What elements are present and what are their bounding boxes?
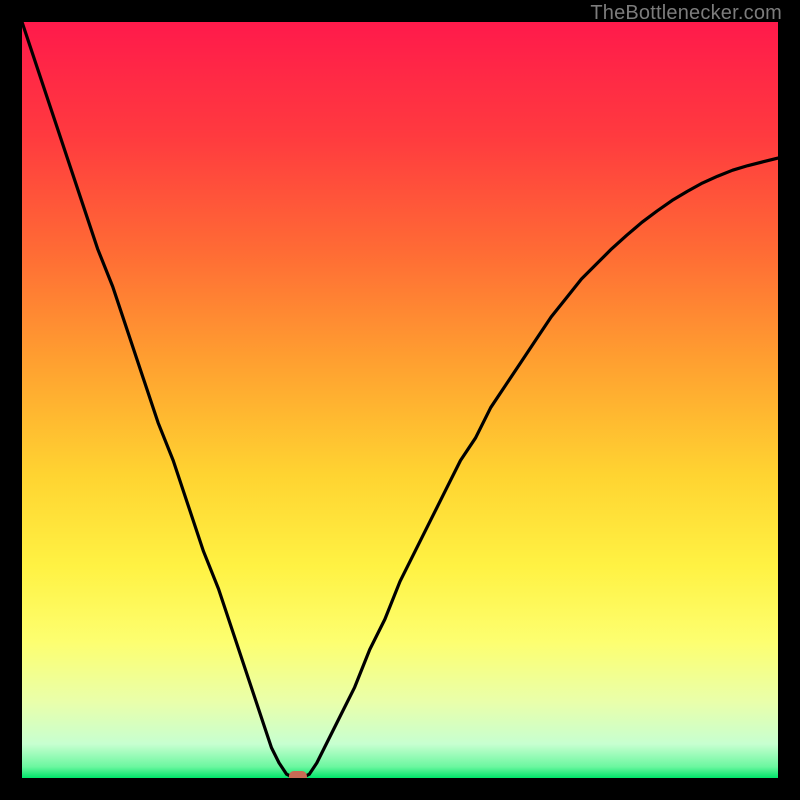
bottleneck-curve-chart (22, 22, 778, 778)
heatmap-background (22, 22, 778, 778)
chart-plot-area (22, 22, 778, 778)
chart-frame: TheBottlenecker.com (0, 0, 800, 800)
attribution-label: TheBottlenecker.com (590, 2, 782, 25)
optimal-point-marker (289, 771, 307, 778)
